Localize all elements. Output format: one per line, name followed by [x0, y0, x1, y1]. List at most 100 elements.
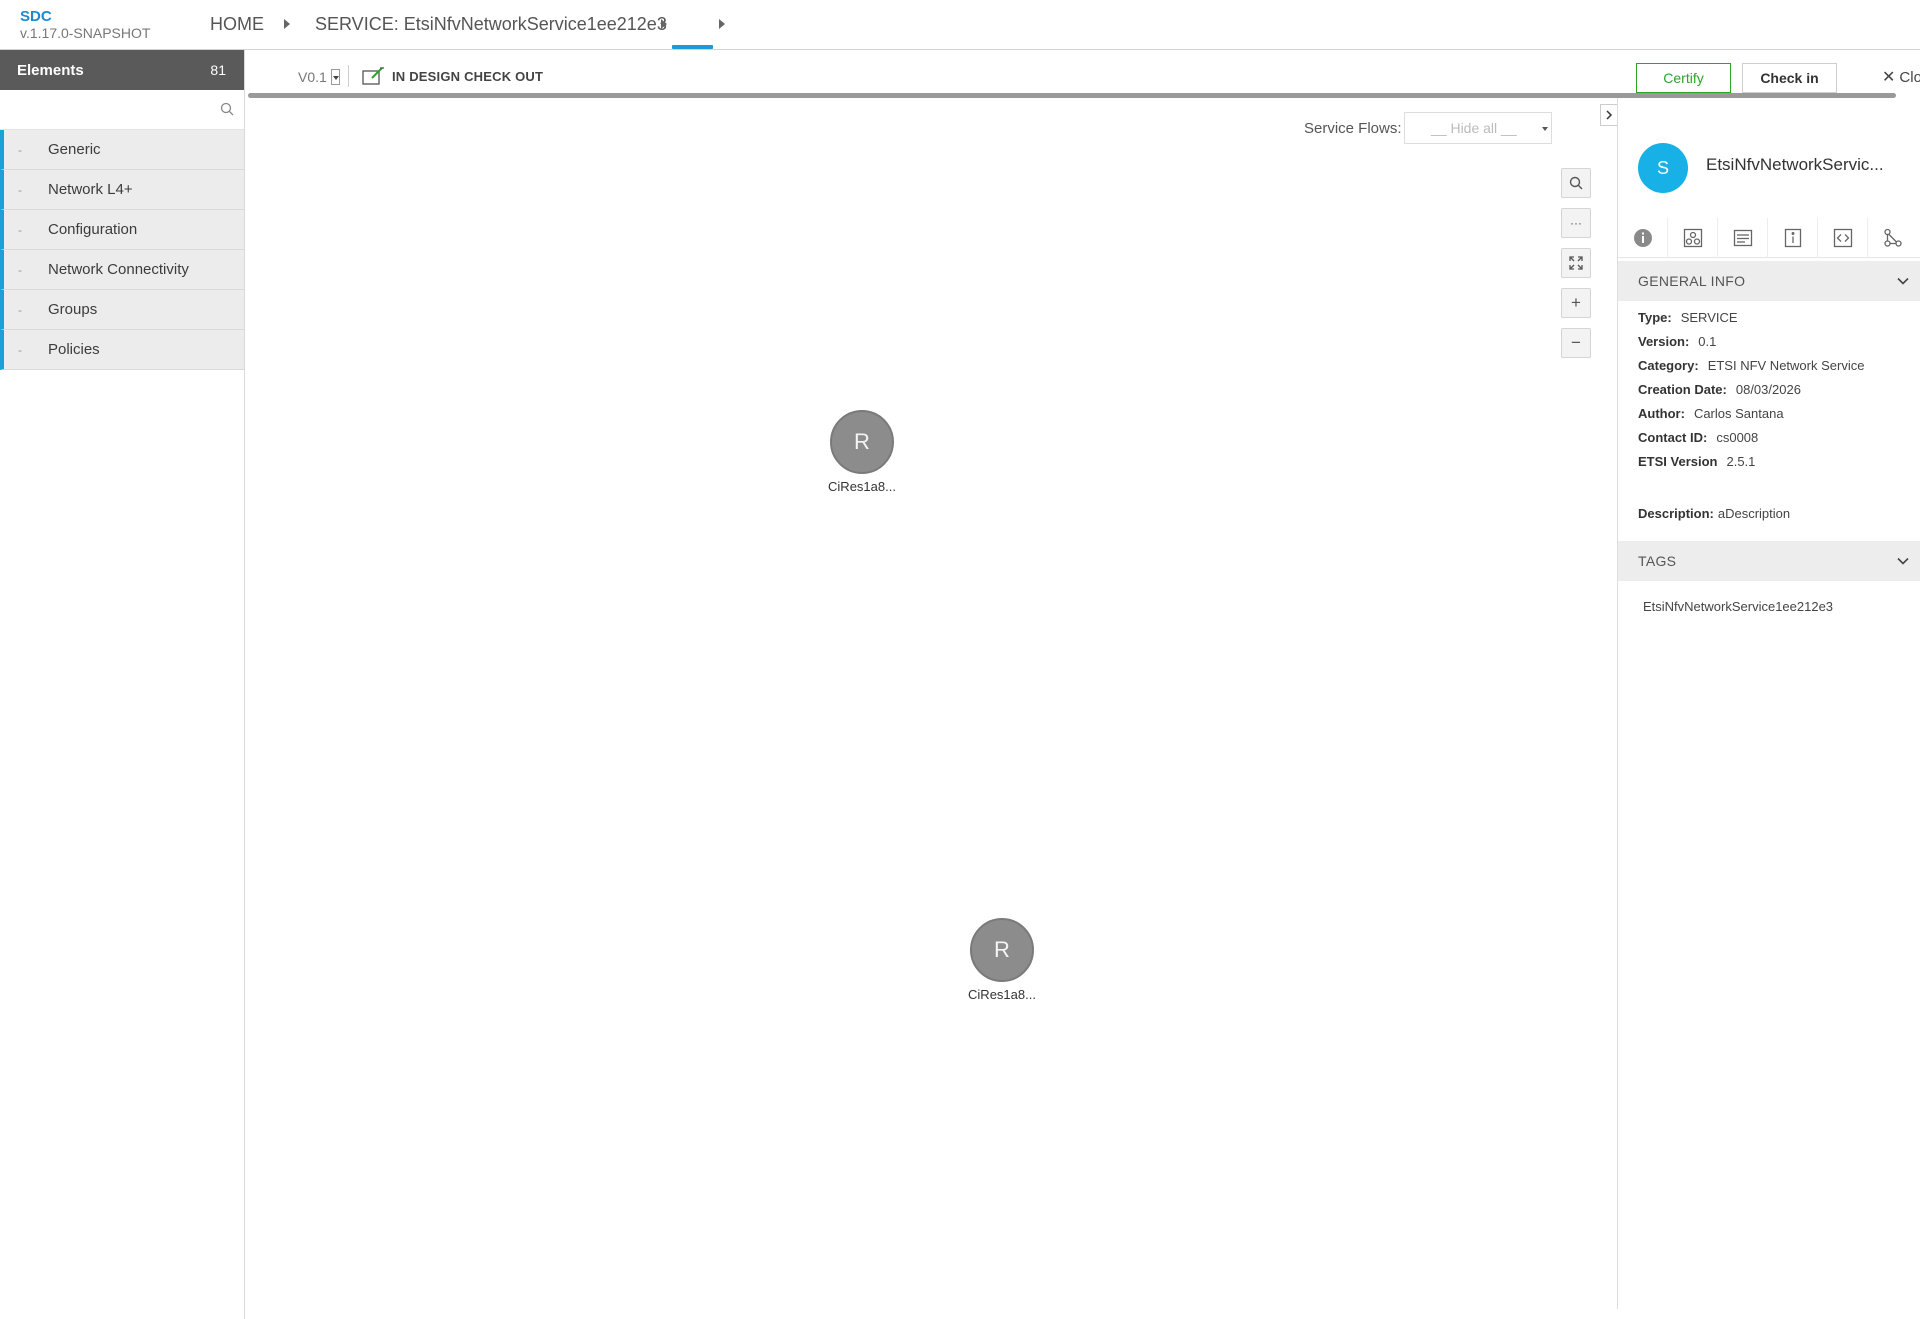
field-description: Description: aDescription: [1638, 506, 1790, 521]
palette-category-configuration[interactable]: - Configuration: [0, 210, 244, 250]
palette-search-input[interactable]: [0, 90, 244, 129]
composition-icon: [1683, 228, 1702, 248]
palette-category-policies[interactable]: - Policies: [0, 330, 244, 370]
sdc-app: SDC v.1.17.0-SNAPSHOT HOME SERVICE: Etsi…: [0, 0, 1920, 1319]
palette-category-groups[interactable]: - Groups: [0, 290, 244, 330]
tab-relations[interactable]: [1868, 218, 1918, 258]
field-label: ETSI Version: [1638, 454, 1718, 469]
field-label: Creation Date:: [1638, 382, 1727, 397]
field-category: Category: ETSI NFV Network Service: [1638, 358, 1918, 382]
sdc-logo[interactable]: SDC v.1.17.0-SNAPSHOT: [20, 8, 150, 41]
check-in-button[interactable]: Check in: [1742, 63, 1837, 93]
tab-composition[interactable]: [1668, 218, 1718, 258]
toolbar-divider: [348, 65, 349, 87]
certify-button[interactable]: Certify: [1636, 63, 1731, 93]
field-type: Type: SERVICE: [1638, 310, 1918, 334]
category-label: Policies: [48, 341, 100, 358]
search-icon[interactable]: [220, 102, 234, 121]
expand-icon: [1569, 256, 1583, 270]
avatar-letter: S: [1656, 157, 1669, 178]
tab-general-info[interactable]: [1618, 218, 1668, 258]
document-icon: [1733, 229, 1752, 247]
field-value: cs0008: [1716, 430, 1759, 445]
breadcrumb-arrow-icon[interactable]: [284, 19, 290, 29]
tab-api[interactable]: [1818, 218, 1868, 258]
fit-to-screen-button[interactable]: [1561, 248, 1591, 278]
collapse-panel-button[interactable]: [1600, 104, 1617, 126]
palette-category-network-connectivity[interactable]: - Network Connectivity: [0, 250, 244, 290]
tab-deployment-artifacts[interactable]: [1718, 218, 1768, 258]
tags-section-header[interactable]: TAGS: [1618, 541, 1920, 581]
service-title: EtsiNfvNetworkServic...: [1706, 155, 1884, 174]
general-info-fields: Type: SERVICE Version: 0.1 Category: ETSI N…: [1638, 310, 1918, 478]
breadcrumb-arrow-icon[interactable]: [719, 19, 725, 29]
general-info-section-header[interactable]: GENERAL INFO: [1618, 261, 1920, 301]
palette-search: [0, 90, 244, 130]
field-value: 2.5.1: [1726, 454, 1756, 469]
elements-title: Elements: [17, 61, 84, 79]
chevron-down-icon: [330, 69, 340, 85]
chevron-down-icon: [1897, 557, 1909, 565]
palette-category-network-l4[interactable]: - Network L4+: [0, 170, 244, 210]
close-icon: ✕: [1882, 69, 1896, 86]
service-avatar: S: [1638, 143, 1688, 193]
service-flows-dropdown[interactable]: __ Hide all __: [1404, 112, 1552, 144]
field-creation-date: Creation Date: 08/03/2026: [1638, 382, 1918, 406]
search-canvas-button[interactable]: [1561, 168, 1591, 198]
plus-icon: +: [1571, 293, 1581, 312]
elements-count: 81: [210, 62, 226, 78]
component-instance-node[interactable]: R CiRes1a8...: [807, 410, 917, 494]
category-label: Generic: [48, 141, 101, 158]
details-panel: S EtsiNfvNetworkServic... GENERAL INFO T…: [1617, 98, 1920, 1309]
workspace-toolbar: V0.1 IN DESIGN CHECK OUT Certify Check i…: [246, 51, 1920, 93]
field-label: Contact ID:: [1638, 430, 1708, 445]
more-icon: ···: [1570, 216, 1582, 230]
category-label: Network L4+: [48, 181, 133, 198]
node-letter: R: [854, 429, 870, 454]
version-value: V0.1: [298, 69, 327, 85]
breadcrumb-home[interactable]: HOME: [210, 14, 264, 35]
chevron-down-icon: [1897, 277, 1909, 285]
field-label: Description:: [1638, 506, 1714, 521]
lifecycle-status: IN DESIGN CHECK OUT: [362, 67, 543, 85]
tab-properties[interactable]: [1768, 218, 1818, 258]
close-button[interactable]: ✕ Clo: [1882, 67, 1920, 87]
code-icon: [1833, 228, 1852, 248]
more-options-button[interactable]: ···: [1561, 208, 1591, 238]
tags-title: TAGS: [1638, 553, 1677, 569]
brand-name: SDC: [20, 8, 52, 25]
field-contact-id: Contact ID: cs0008: [1638, 430, 1918, 454]
field-value: aDescription: [1717, 506, 1791, 521]
elements-header: Elements 81: [0, 50, 244, 90]
category-marker: -: [18, 222, 22, 237]
field-label: Type:: [1638, 310, 1672, 325]
details-tabs: [1618, 218, 1920, 258]
field-value: ETSI NFV Network Service: [1707, 358, 1865, 373]
relations-icon: [1884, 228, 1902, 247]
field-label: Author:: [1638, 406, 1685, 421]
field-author: Author: Carlos Santana: [1638, 406, 1918, 430]
version-dropdown[interactable]: V0.1: [298, 69, 340, 85]
breadcrumb-service[interactable]: SERVICE: EtsiNfvNetworkService1ee212e3: [315, 14, 667, 35]
info-square-icon: [1784, 228, 1801, 248]
palette-category-generic[interactable]: - Generic: [0, 130, 244, 170]
top-header: SDC v.1.17.0-SNAPSHOT HOME SERVICE: Etsi…: [0, 0, 1920, 50]
category-marker: -: [18, 142, 22, 157]
zoom-in-button[interactable]: +: [1561, 288, 1591, 318]
node-icon: R: [830, 410, 894, 474]
tag-item: EtsiNfvNetworkService1ee212e3: [1643, 599, 1834, 614]
component-instance-node[interactable]: R CiRes1a8...: [947, 918, 1057, 1002]
breadcrumb-arrow-icon[interactable]: [661, 19, 667, 29]
node-letter: R: [994, 937, 1010, 962]
field-value: 08/03/2026: [1735, 382, 1801, 397]
composition-canvas[interactable]: Service Flows: __ Hide all __ ··· + − R …: [246, 98, 1616, 1308]
field-label: Version:: [1638, 334, 1690, 349]
category-marker: -: [18, 262, 22, 277]
elements-palette: Elements 81 - Generic - Network L4+ - Co…: [0, 50, 245, 1319]
field-value: 0.1: [1698, 334, 1717, 349]
info-circle-icon: [1633, 229, 1652, 247]
zoom-out-button[interactable]: −: [1561, 328, 1591, 358]
field-value: SERVICE: [1680, 310, 1738, 325]
checkout-edit-icon: [362, 67, 384, 85]
service-flows-label: Service Flows:: [1304, 120, 1402, 137]
